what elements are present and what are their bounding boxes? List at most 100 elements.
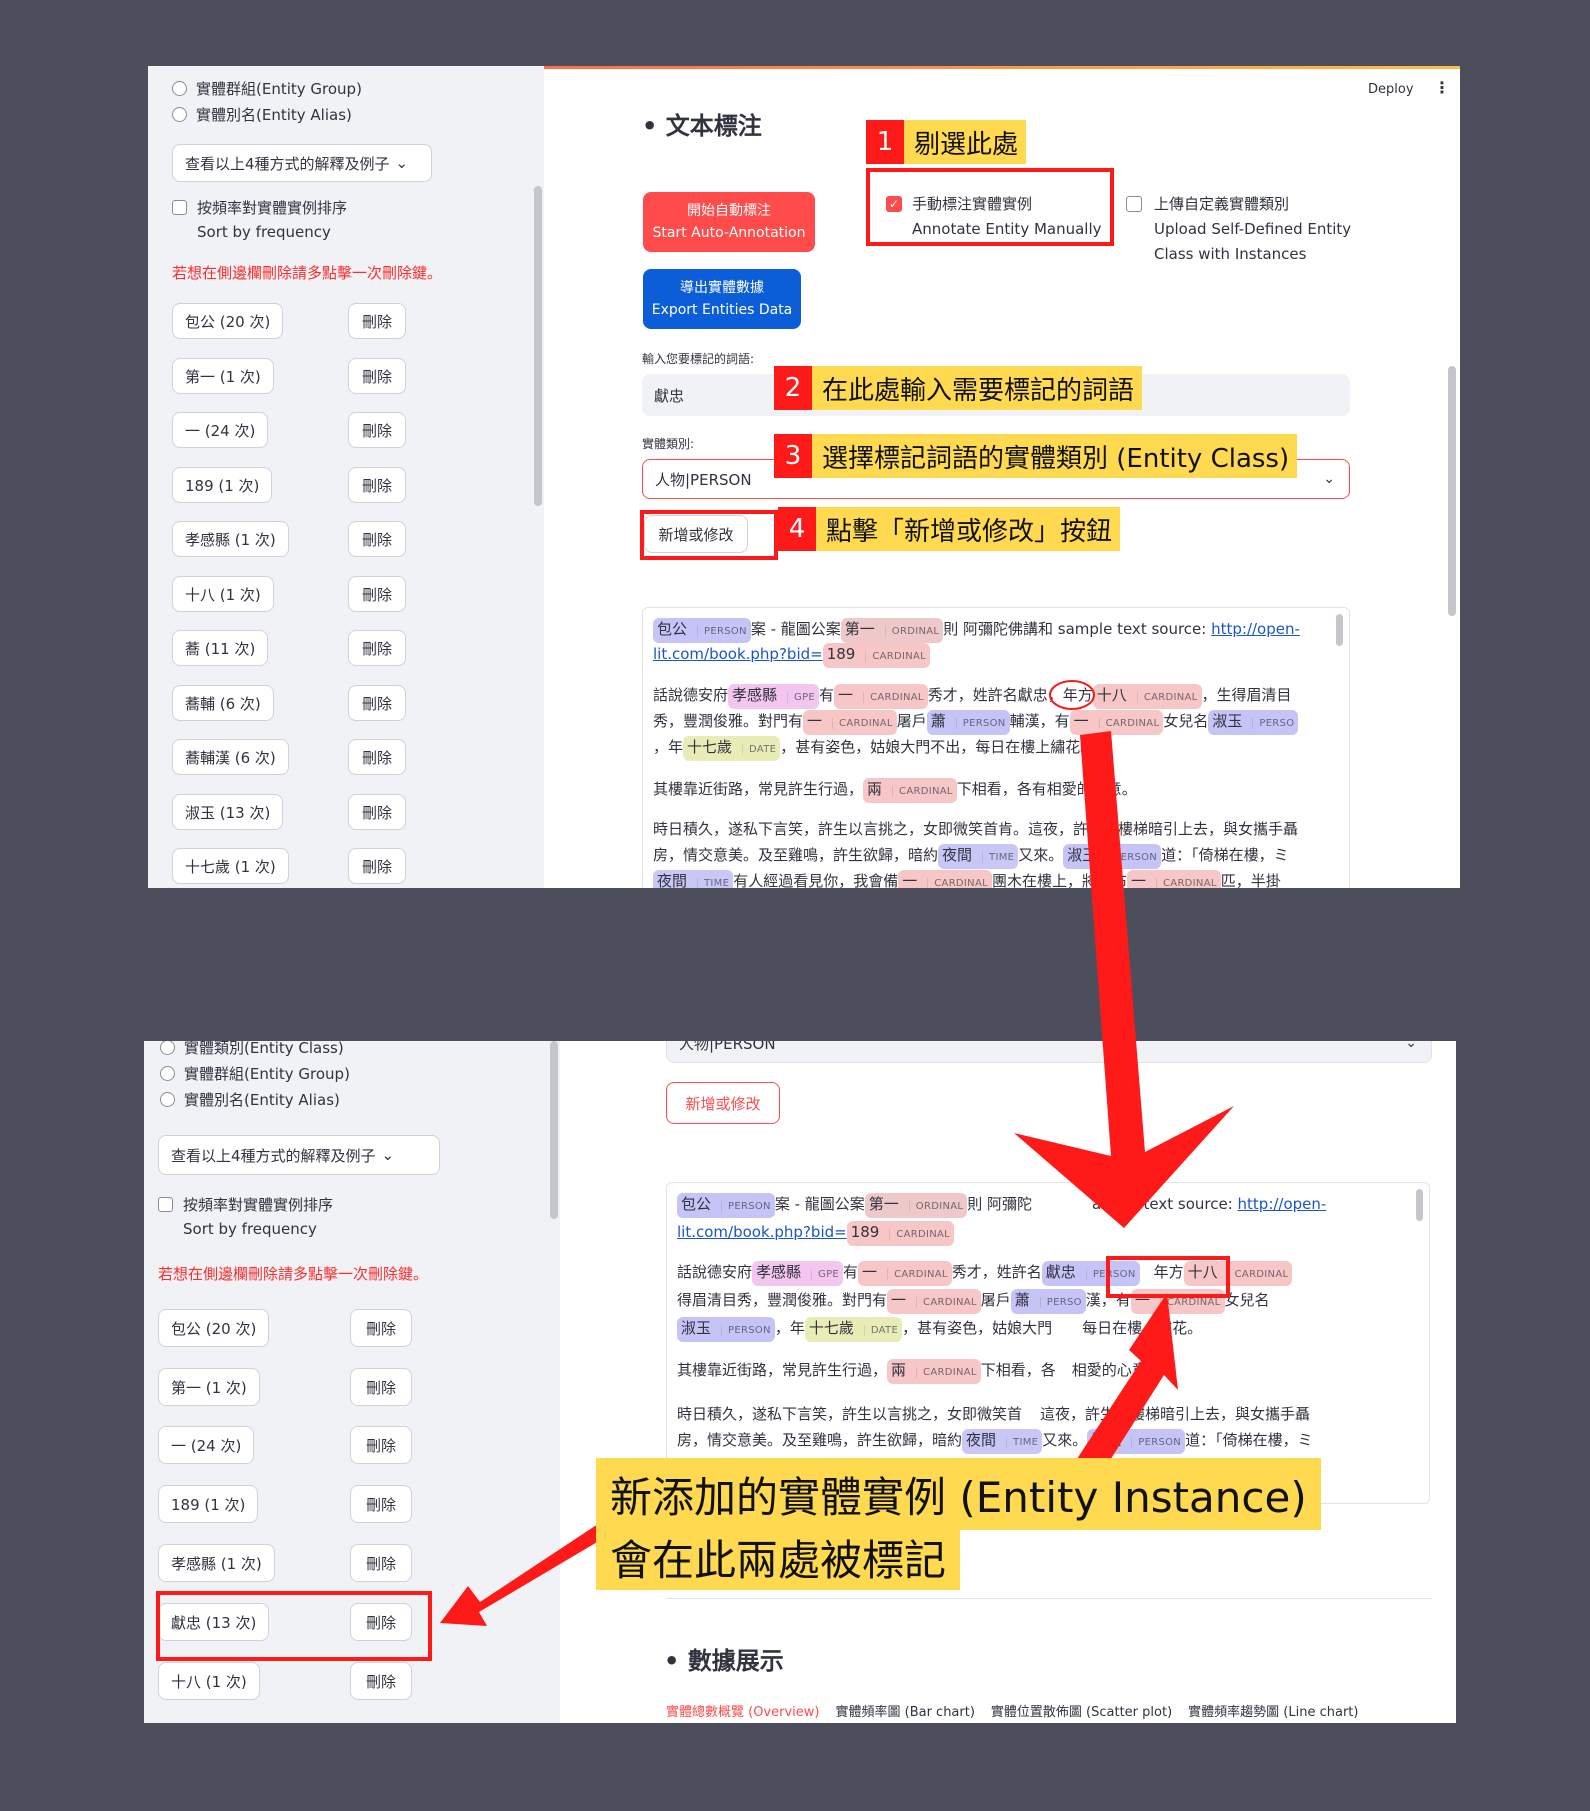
text-line: lit.com/book.php?bid= 189 CARDINAL [653,641,1339,668]
source-link[interactable]: lit.com/book.php?bid= [677,1223,847,1241]
source-link[interactable]: http://open- [1211,620,1300,638]
annotated-text-box: 包公 PERSON 案 - 龍圖公案 第一 ORDINAL 則 阿彌陀 ample text… [666,1182,1430,1504]
explanation-expander[interactable]: 查看以上4種方式的解釋及例子 ⌄ [158,1135,440,1175]
delete-button[interactable]: 刪除 [350,1426,412,1464]
entity-instance-pill[interactable]: 包公 (20 次) [172,303,284,339]
add-button-highlight [640,510,778,560]
radio-circle-icon [160,1041,175,1055]
text-line: lit.com/book.php?bid= 189 CARDINAL [677,1219,1419,1246]
entity-tag-date: 十七歲 DATE [804,1317,903,1342]
text-line: 得眉清目秀，豐潤俊雅。對門有一 CARDINAL 屠戶蕭 PERSO 漢，有一 CARDI… [677,1287,1419,1314]
delete-button[interactable]: 刪除 [348,358,406,394]
entity-tag-time: 夜間 TIME [962,1429,1043,1454]
sort-by-frequency-checkbox[interactable]: 按頻率對實體實例排序 Sort by frequency [158,1193,333,1241]
entity-instance-pill[interactable]: 189 (1 次) [172,467,273,503]
text-line: 秀，豐潤俊雅。對門有一 CARDINAL 屠戶蕭 PERSON 輔漢，有一 CARDINA… [653,708,1339,735]
entity-instance-pill[interactable]: 一 (24 次) [172,412,269,448]
entity-instance-pill[interactable]: 十八 (1 次) [172,576,274,612]
entity-instance-pill[interactable]: 一 (24 次) [158,1426,255,1464]
entity-tag-person: 淑玉 PERSON [677,1317,775,1342]
source-link[interactable]: lit.com/book.php?bid= [653,645,823,663]
radio-entity-class[interactable]: 實體類別(Entity Class) [160,1041,344,1058]
more-menu-icon[interactable]: ⋮ [1434,78,1450,97]
delete-hint: 若想在側邊欄刪除請多點擊一次刪除鍵。 [158,1265,429,1283]
entity-instance-pill[interactable]: 第一 (1 次) [172,358,274,394]
entity-instance-pill[interactable]: 蕎輔漢 (6 次) [172,739,289,775]
entity-tag-cardinal: 一 CARDINAL [898,870,992,888]
section-title: • 文本標注 [642,112,762,140]
textbox-scrollbar[interactable] [1416,1189,1423,1221]
manual-annotation-highlight [866,168,1114,246]
radio-circle-icon [172,81,187,96]
tab-scatter-plot[interactable]: 實體位置散佈圖 (Scatter plot) [991,1705,1172,1720]
delete-button[interactable]: 刪除 [348,303,406,339]
sidebar-scrollbar[interactable] [534,186,542,506]
text-line: 房，情交意美。及至雞鳴，許生欲歸，暗約 夜間 TIME 又來。 淑玉 PERSON 道：「倚… [653,842,1339,869]
delete-button[interactable]: 刪除 [348,412,406,448]
entity-tag-cardinal: 一 CARDINAL [803,710,897,735]
entity-instance-pill[interactable]: 孝感縣 (1 次) [158,1544,275,1582]
entity-instance-pill[interactable]: 蕎輔 (6 次) [172,685,274,721]
entity-tag-person: 包公 PERSON [653,618,751,643]
deploy-button[interactable]: Deploy [1368,82,1414,97]
main-scrollbar[interactable] [1448,366,1456,616]
radio-entity-group[interactable]: 實體群組(Entity Group) [172,78,362,99]
step-2-callout: 2 在此處輸入需要標記的詞語 [774,366,1143,410]
text-line: 話說德安府 孝感縣 GPE 有一 CARDINAL 秀才，姓許名獻忠，年方 十八 CARDIN… [653,682,1339,709]
result-callout-line1: 新添加的實體實例 (Entity Instance) [596,1458,1321,1530]
entity-tag-cardinal: 一 CARDINAL [834,684,928,709]
checkbox-icon [158,1197,173,1212]
entity-instance-pill[interactable]: 淑玉 (13 次) [172,794,284,830]
explanation-expander[interactable]: 查看以上4種方式的解釋及例子 ⌄ [172,144,432,182]
text-line: ，年 十七歲 DATE ，甚有姿色，姑娘大門不出，每日在樓上繡花。 [653,734,1339,761]
entity-instance-pill[interactable]: 第一 (1 次) [158,1368,260,1406]
tab-bar-chart[interactable]: 實體頻率圖 (Bar chart) [835,1705,974,1720]
delete-button[interactable]: 刪除 [348,848,406,884]
start-auto-annotation-button[interactable]: 開始自動標注 Start Auto-Annotation [643,192,815,252]
bottom-screenshot: 實體類別(Entity Class) 實體群組(Entity Group) 實體… [144,1041,1456,1723]
delete-button[interactable]: 刪除 [348,794,406,830]
delete-button[interactable]: 刪除 [350,1662,412,1700]
export-entities-button[interactable]: 導出實體數據 Export Entities Data [643,269,801,329]
entity-instance-pill[interactable]: 蕎 (11 次) [172,630,269,666]
tab-overview[interactable]: 實體總數概覽 (Overview) [666,1705,819,1720]
step-1-callout: 1 剔選此處 [866,120,1027,164]
textbox-scrollbar[interactable] [1336,614,1343,646]
delete-button[interactable]: 刪除 [348,739,406,775]
sidebar-scrollbar[interactable] [550,1041,558,1219]
delete-button[interactable]: 刪除 [348,630,406,666]
sort-by-frequency-checkbox[interactable]: 按頻率對實體實例排序 Sort by frequency [172,196,347,244]
entity-instance-pill[interactable]: 包公 (20 次) [158,1309,270,1347]
delete-button[interactable]: 刪除 [348,576,406,612]
add-or-modify-button[interactable]: 新增或修改 [666,1082,780,1124]
text-line: 其樓靠近街路，常見許生行過，兩 CARDINAL 下相看，各 相愛的心意。 [677,1357,1419,1384]
radio-entity-alias[interactable]: 實體別名(Entity Alias) [172,104,352,125]
entity-tag-time: 夜間 TIME [653,870,734,888]
delete-button[interactable]: 刪除 [350,1544,412,1582]
entity-tag-ordinal: 第一 ORDINAL [864,1193,968,1218]
radio-entity-group[interactable]: 實體群組(Entity Group) [160,1063,350,1084]
upload-entity-checkbox[interactable] [1126,196,1142,212]
delete-button[interactable]: 刪除 [348,521,406,557]
entity-instance-pill[interactable]: 孝感縣 (1 次) [172,521,289,557]
entity-tag-gpe: 孝感縣 GPE [728,684,820,709]
entity-class-label: 實體類別: [642,437,695,451]
text-line: 時日積久，遂私下言笑，許生以言挑之，女即微笑首肯。這夜，許生以樓梯暗引上去，與女… [653,820,1299,838]
radio-entity-alias[interactable]: 實體別名(Entity Alias) [160,1089,340,1110]
entity-class-select[interactable]: 人物|PERSON ⌄ [666,1041,1432,1063]
delete-button[interactable]: 刪除 [350,1309,412,1347]
delete-button[interactable]: 刪除 [348,467,406,503]
delete-button[interactable]: 刪除 [350,1485,412,1523]
entity-instance-pill[interactable]: 189 (1 次) [158,1485,259,1523]
delete-button[interactable]: 刪除 [348,685,406,721]
source-link[interactable]: http://open- [1238,1195,1327,1213]
entity-instance-pill[interactable]: 十七歲 (1 次) [172,848,289,884]
entity-instance-pill[interactable]: 十八 (1 次) [158,1662,260,1700]
delete-hint: 若想在側邊欄刪除請多點擊一次刪除鍵。 [172,264,443,282]
entity-tag-cardinal: 一 CARDINAL [887,1289,981,1314]
radio-circle-icon [160,1066,175,1081]
text-line: 淑玉 PERSON ，年 十七歲 DATE ，甚有姿色，姑娘大門 每日在樓上繡花。 [677,1315,1419,1342]
delete-button[interactable]: 刪除 [350,1368,412,1406]
tab-line-chart[interactable]: 實體頻率趨勢圖 (Line chart) [1188,1705,1358,1720]
text-line: 包公 PERSON 案 - 龍圖公案 第一 ORDINAL 則 阿彌陀佛講和 sample… [653,616,1339,643]
